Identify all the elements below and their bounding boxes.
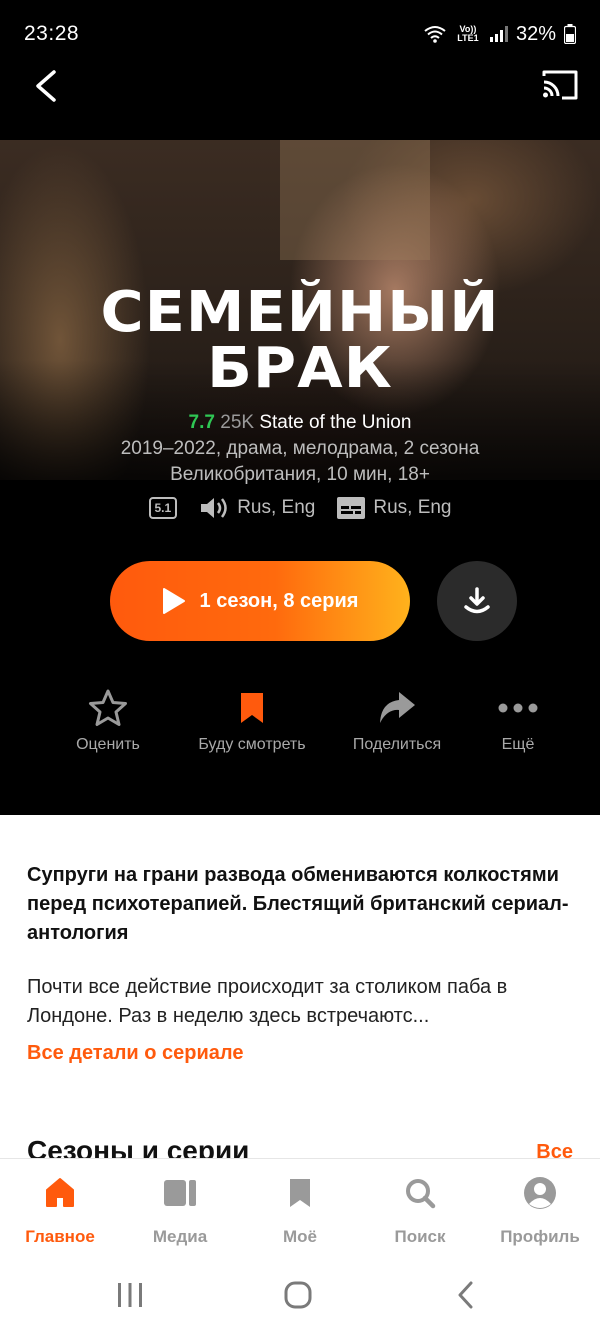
- back-button[interactable]: [28, 68, 68, 108]
- status-time: 23:28: [24, 22, 80, 45]
- rating-value: 7.7: [188, 412, 215, 433]
- more-icon: [498, 703, 538, 713]
- home-system-button[interactable]: [268, 1278, 328, 1312]
- audio-info-row: 5.1 Rus, Eng Rus, Eng: [0, 496, 600, 520]
- search-icon: [406, 1179, 436, 1209]
- share-icon: [380, 692, 415, 723]
- battery-percent: 32%: [515, 22, 556, 45]
- system-nav-bar: [0, 1258, 600, 1332]
- subtitle-languages-label: Rus, Eng: [373, 497, 452, 518]
- seasons-title: Сезоны и серии: [27, 1135, 250, 1160]
- show-title: СЕМЕЙНЫЙ БРАК: [0, 285, 600, 397]
- nav-profile-label: Профиль: [500, 1227, 580, 1246]
- description-body: Почти все действие происходит за столико…: [27, 976, 508, 1027]
- nav-home-label: Главное: [25, 1227, 95, 1246]
- hero-backdrop-detail: [280, 140, 430, 260]
- watchlist-action[interactable]: Буду смотреть: [177, 686, 327, 754]
- home-icon: [46, 1178, 74, 1207]
- details-link[interactable]: Все детали о сериале: [27, 1042, 244, 1065]
- nav-search-label: Поиск: [394, 1227, 446, 1246]
- watchlist-action-label: Буду смотреть: [198, 736, 306, 753]
- content-section: Супруги на грани развода обмениваются ко…: [0, 815, 600, 1160]
- download-icon: [464, 587, 490, 614]
- signal-icon: [489, 26, 508, 42]
- more-action-label: Ещё: [501, 736, 535, 753]
- original-title: State of the Union: [259, 412, 412, 433]
- rate-action-label: Оценить: [76, 736, 140, 753]
- status-bar: 23:28 Vo)) LTE1 32%: [0, 0, 600, 68]
- nav-profile[interactable]: Профиль: [480, 1175, 600, 1247]
- nav-media-label: Медиа: [152, 1227, 208, 1246]
- play-button-label: 1 сезон, 8 серия: [199, 589, 359, 612]
- chevron-left-icon: [458, 1281, 473, 1309]
- more-action[interactable]: Ещё: [443, 686, 593, 754]
- show-meta: 7.7 25K State of the Union 2019–2022, др…: [0, 410, 600, 488]
- play-button[interactable]: 1 сезон, 8 серия: [110, 561, 410, 641]
- audio-languages: Rus, Eng: [199, 496, 315, 520]
- show-title-line2: БРАК: [207, 336, 393, 401]
- recent-apps-button[interactable]: [100, 1278, 160, 1312]
- chevron-left-icon: [36, 70, 56, 102]
- speaker-icon: [201, 498, 227, 518]
- meta-line-country: Великобритания, 10 мин, 18+: [170, 464, 430, 485]
- top-bar: [0, 68, 600, 140]
- subtitle-languages: Rus, Eng: [337, 497, 452, 519]
- actions-row: Оценить Буду смотреть Поделиться Ещё: [0, 686, 600, 766]
- nav-media[interactable]: Медиа: [120, 1175, 240, 1247]
- bottom-nav: Главное Медиа Моё Поиск Профиль: [0, 1158, 600, 1258]
- rating-line: 7.7 25K State of the Union: [0, 410, 600, 436]
- play-icon: [162, 588, 185, 614]
- meta-line-genres: 2019–2022, драма, мелодрама, 2 сезона: [120, 438, 480, 459]
- nav-mine[interactable]: Моё: [240, 1175, 360, 1247]
- rate-action[interactable]: Оценить: [33, 686, 183, 754]
- battery-icon: [564, 24, 576, 44]
- profile-icon: [524, 1177, 556, 1209]
- description-lead: Супруги на грани развода обмениваются ко…: [27, 864, 569, 944]
- recent-apps-icon: [118, 1283, 142, 1307]
- download-button[interactable]: [437, 561, 517, 641]
- back-system-button[interactable]: [436, 1278, 496, 1312]
- nav-search[interactable]: Поиск: [360, 1175, 480, 1247]
- cast-icon: [542, 70, 578, 100]
- nav-home[interactable]: Главное: [0, 1175, 120, 1247]
- surround-badge: 5.1: [148, 497, 178, 519]
- cast-button[interactable]: [540, 68, 580, 108]
- audio-languages-label: Rus, Eng: [237, 497, 316, 518]
- status-icons: Vo)) LTE1 32%: [424, 23, 576, 46]
- bookmark-icon: [290, 1179, 310, 1207]
- media-icon: [164, 1180, 196, 1206]
- star-icon: [89, 689, 127, 726]
- show-title-line1: СЕМЕЙНЫЙ: [100, 280, 500, 345]
- home-circle-icon: [284, 1281, 312, 1309]
- subtitles-icon: [337, 497, 366, 519]
- nav-mine-label: Моё: [283, 1227, 317, 1246]
- bookmark-icon: [241, 693, 263, 723]
- votes-count: 25K: [220, 412, 255, 433]
- wifi-icon: [424, 26, 446, 43]
- network-label: Vo)) LTE1: [457, 24, 479, 43]
